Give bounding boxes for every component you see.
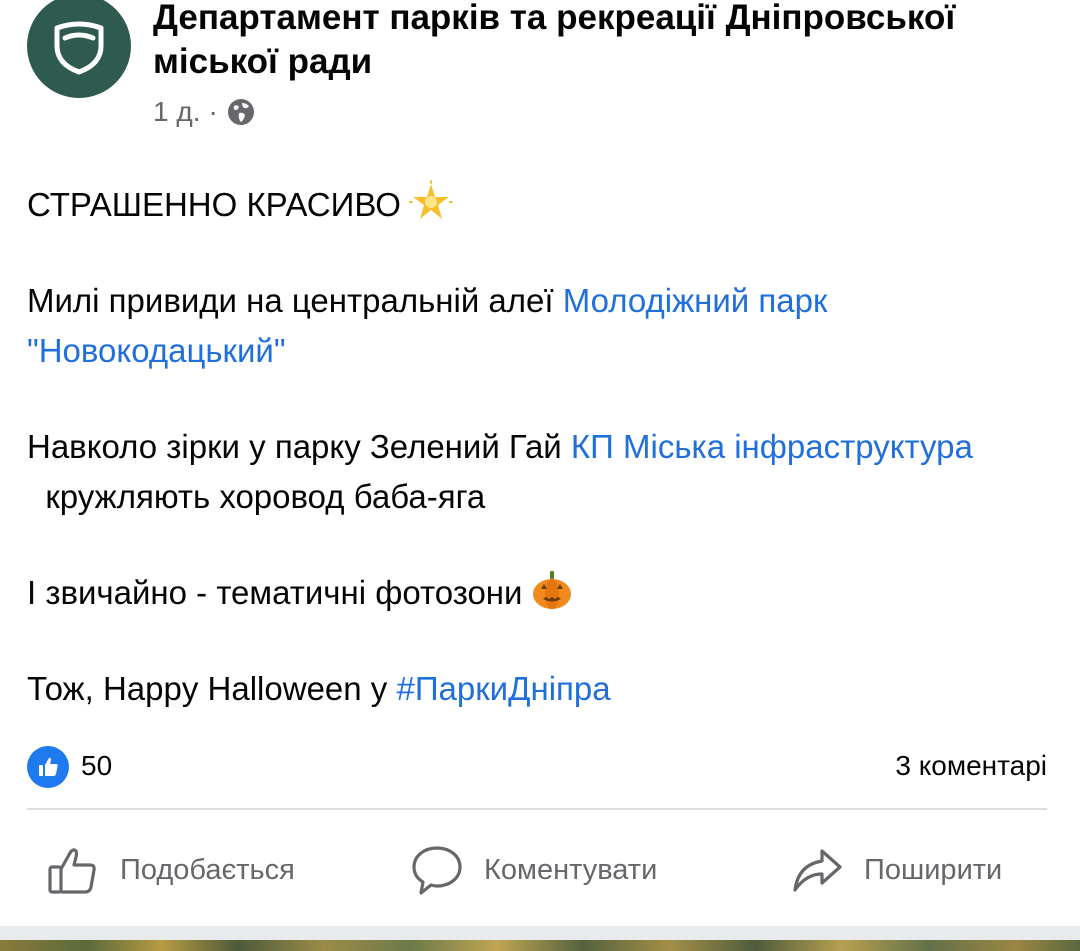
like-button-label: Подобається [120, 853, 295, 886]
share-button[interactable]: Поширити [790, 835, 1002, 905]
paragraph-3-text: І звичайно - тематичні фотозони [27, 574, 523, 611]
post-meta: 1 д. · [153, 92, 256, 132]
post-paragraph-3: І звичайно - тематичні фотозони [27, 568, 1057, 618]
share-arrow-icon [793, 849, 842, 892]
paragraph-2-tail: кружляють хоровод баба-яга [27, 478, 486, 515]
post-photo-preview[interactable] [0, 926, 1080, 951]
photo-top-edge [0, 940, 1080, 951]
post-headline: СТРАШЕННО КРАСИВО [27, 180, 1057, 230]
glowing-star-emoji-icon [408, 180, 453, 219]
infrastructure-link[interactable]: КП Міська інфраструктура [571, 428, 973, 465]
hashtag-link[interactable]: #ПаркиДніпра [396, 670, 610, 707]
comment-bubble-icon [412, 846, 462, 895]
comment-button[interactable]: Коментувати [410, 835, 657, 905]
paragraph-2-text: Навколо зірки у парку Зелений Гай [27, 428, 571, 465]
page-name[interactable]: Департамент парків та рекреації Дніпровс… [153, 0, 1053, 84]
shield-logo-icon [54, 21, 104, 75]
paragraph-1-text: Милі привиди на центральній алеї [27, 282, 563, 319]
jack-o-lantern-emoji-icon [533, 571, 572, 609]
divider [27, 808, 1047, 810]
post-body: СТРАШЕННО КРАСИВО Милі привиди на центра… [27, 180, 1057, 760]
comments-count[interactable]: 3 коментарі [895, 750, 1047, 782]
like-button[interactable]: Подобається [46, 835, 295, 905]
post-paragraph-4: Тож, Happy Halloween у #ПаркиДніпра [27, 664, 1057, 714]
like-count[interactable]: 50 [81, 750, 112, 782]
page-avatar[interactable] [27, 0, 131, 98]
share-button-label: Поширити [864, 853, 1003, 886]
facebook-post: Департамент парків та рекреації Дніпровс… [0, 0, 1080, 951]
meta-separator: · [208, 96, 218, 127]
thumbs-up-outline-icon [48, 848, 96, 894]
globe-icon [227, 99, 254, 125]
like-reaction-badge[interactable] [27, 746, 69, 788]
headline-text: СТРАШЕННО КРАСИВО [27, 186, 401, 223]
thumbs-up-icon [39, 757, 58, 776]
post-header: Департамент парків та рекреації Дніпровс… [0, 0, 1080, 140]
post-paragraph-1: Милі привиди на центральній алеї Молодіж… [27, 276, 1057, 376]
reactions-row: 50 3 коментарі [27, 746, 1047, 790]
post-timestamp[interactable]: 1 д. [153, 96, 200, 128]
action-bar: Подобається Коментувати Поширити [0, 835, 1080, 905]
comment-button-label: Коментувати [484, 853, 658, 886]
post-paragraph-2: Навколо зірки у парку Зелений Гай КП Міс… [27, 422, 1057, 522]
paragraph-4-text: Тож, Happy Halloween у [27, 670, 397, 707]
